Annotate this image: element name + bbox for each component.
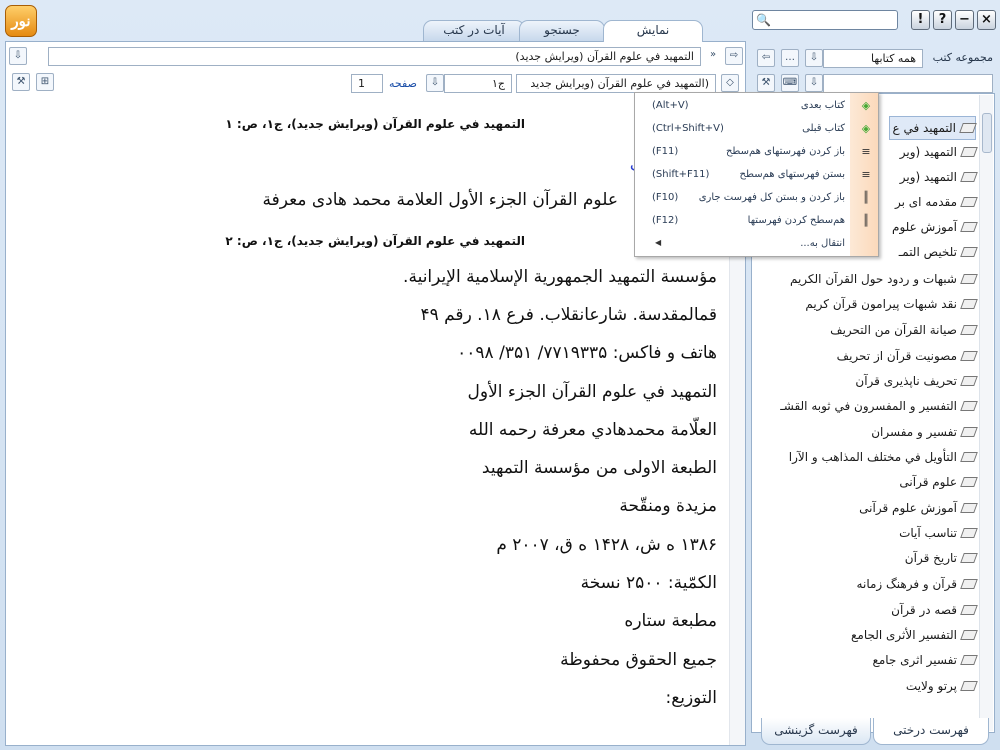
content-line: جميع الحقوق محفوظة (560, 650, 717, 670)
book-item[interactable]: التفسير و المفسرون في ثوبه القشـ (780, 395, 978, 419)
tools-icon[interactable]: ⚒ (12, 73, 30, 91)
menu-item-move-to[interactable]: ◀ انتقال به... (635, 233, 880, 256)
expand-icon: ≡ (861, 145, 871, 158)
book-list-scrollbar[interactable] (979, 95, 993, 731)
book-item[interactable]: التمهيد (وير (900, 166, 978, 190)
dropdown-down-icon[interactable]: ⇩ (805, 49, 823, 67)
book-item[interactable]: آموزش علوم قرآنى (859, 497, 978, 521)
content-line: ۱۳۸۶ ه ش، ۱۴۲۸ ه ق، ۲۰۰۷ م (496, 535, 717, 555)
double-chevron-icon[interactable]: » (704, 47, 722, 65)
content-line: الطبعة الاولى من مؤسسة التمهيد (481, 458, 717, 478)
book-item[interactable]: التمهيد في ع (889, 116, 977, 140)
content-line: قم‏المقدسة. شارع‏انقلاب. فرع ۱۸. رقم ۴۹ (420, 305, 717, 325)
app-logo: نور (5, 5, 37, 37)
previous-book-icon: ◈ (861, 122, 871, 135)
book-item[interactable]: التفسير الأثرى الجامع (851, 624, 978, 648)
collapse-icon: ≡ (861, 168, 871, 181)
content-line: العلّامة محمدهادي معرفة رحمه الله (468, 420, 717, 440)
tab-display[interactable]: نمایش (603, 20, 703, 42)
page-header: التمهيد في علوم القرآن (ويرايش جديد)، ج‏… (225, 234, 525, 248)
tab-search[interactable]: جستجو (519, 20, 605, 41)
keyboard-icon[interactable]: ⌨ (781, 74, 799, 92)
collection-label: مجموعه کتب (932, 51, 993, 64)
book-item[interactable]: پرتو ولايت (906, 675, 978, 699)
submenu-arrow-icon: ◀ (655, 238, 662, 247)
book-item[interactable]: تحريف ناپذيرى قرآن (855, 370, 978, 394)
book-item[interactable]: شبهات و ردود حول القرآن الكريم (790, 268, 978, 292)
content-line: علوم القرآن الجزء الأول العلامة محمد هاد… (262, 190, 618, 210)
info-button[interactable]: ! (911, 10, 930, 30)
minimize-button[interactable]: − (955, 10, 974, 30)
filter-down-icon[interactable]: ⇩ (805, 74, 823, 92)
book-item[interactable]: تلخيص التمـ (899, 241, 978, 265)
global-search-input[interactable]: 🔍 (752, 10, 898, 30)
search-icon: 🔍 (756, 13, 771, 27)
book-item[interactable]: قصه در قرآن (891, 599, 978, 623)
tab-verses-in-books[interactable]: آیات در کتب (423, 20, 525, 41)
view-icon[interactable]: ⊞ (36, 73, 54, 91)
arrow-right-icon[interactable]: ⇨ (725, 47, 743, 65)
book-item[interactable]: تفسير و مفسران (871, 421, 978, 445)
toggle-icon: ║ (862, 191, 870, 204)
more-icon[interactable]: … (781, 49, 799, 67)
page-label: صفحه (389, 77, 417, 90)
book-content: التمهيد في علوم القرآن (ويرايش جديد)، ج‏… (6, 99, 730, 745)
help-button[interactable]: ? (933, 10, 952, 30)
book-item[interactable]: علوم قرآنى (899, 471, 978, 495)
menu-item-level-indexes[interactable]: (F12) هم‌سطح کردن فهرستها ║ (635, 210, 880, 233)
content-line: مزيدة ومنقّحة (619, 496, 717, 516)
menu-item-collapse-siblings[interactable]: (Shift+F11) بستن فهرستهای هم‌سطح ≡ (635, 164, 880, 187)
close-button[interactable]: × (977, 10, 996, 30)
tab-tree-index[interactable]: فهرست درختی (873, 718, 989, 745)
content-line: التوزيع: (665, 688, 717, 708)
book-item[interactable]: تفسير اثرى جامع (872, 649, 978, 673)
page-number-input[interactable]: 1 (351, 74, 383, 93)
book-title-field[interactable]: التمهيد في علوم القرآن (ويرايش جديد) (48, 47, 701, 66)
book-item[interactable]: تاريخ قرآن (905, 547, 978, 571)
content-line: مؤسسة التمهيد الجمهورية الإسلامية الإيرا… (403, 267, 717, 287)
tools-icon[interactable]: ⚒ (757, 74, 775, 92)
book-item[interactable]: قرآن و فرهنگ زمانه (857, 573, 978, 597)
next-book-icon: ◈ (861, 99, 871, 112)
book-item[interactable]: مقدمه ای بر (895, 191, 978, 215)
window-controls: ! ? − × (911, 10, 996, 30)
menu-item-toggle-current[interactable]: (F10) باز کردن و بستن کل فهرست جاری ║ (635, 187, 880, 210)
volume-select[interactable]: ج۱ (444, 74, 512, 93)
book-item[interactable]: التمهيد (وير (900, 141, 978, 165)
menu-item-previous-book[interactable]: (Ctrl+Shift+V) کتاب قبلی ◈ (635, 118, 880, 141)
book-item[interactable]: التأويل في مختلف المذاهب و الآرا (789, 446, 978, 470)
content-line: مطبعة ستاره (624, 611, 717, 631)
tag-icon[interactable]: ◇ (721, 74, 739, 92)
book-volume-select[interactable]: (التمهيد في علوم القرآن (ويرايش جديد (516, 74, 716, 93)
context-menu: (Alt+V) کتاب بعدی ◈ (Ctrl+Shift+V) کتاب … (634, 92, 879, 257)
content-line: التمهيد في علوم القرآن الجزء الأول (467, 382, 717, 402)
book-item[interactable]: صيانة القرآن من التحريف (830, 319, 978, 343)
back-arrow-icon[interactable]: ⇦ (757, 49, 775, 67)
content-line: هاتف و فاكس: ۷۷۱۹۳۳۵/ ۳۵۱/ ۰۰۹۸ (457, 343, 717, 363)
tab-selective-index[interactable]: فهرست گزینشی (761, 718, 871, 745)
book-filter-input[interactable] (823, 74, 993, 93)
book-item[interactable]: نقد شبهات پيرامون قرآن كريم (805, 293, 978, 317)
book-item[interactable]: مصونيت قرآن از تحريف (837, 345, 978, 369)
collection-select[interactable]: همه کتابها (823, 49, 923, 68)
book-item[interactable]: آموزش علوم (892, 216, 978, 240)
down-arrow-icon[interactable]: ⇩ (9, 47, 27, 65)
page-header: التمهيد في علوم القرآن (ويرايش جديد)، ج‏… (225, 117, 525, 131)
content-line: الكمّية: ۲۵۰۰ نسخة (580, 573, 717, 593)
menu-item-expand-siblings[interactable]: (F11) باز کردن فهرستهای هم‌سطح ≡ (635, 141, 880, 164)
title-bar: نور آیات در کتب جستجو نمایش 🔍 ! ? − × (0, 0, 1000, 42)
book-item[interactable]: تناسب آيات (899, 522, 978, 546)
menu-item-next-book[interactable]: (Alt+V) کتاب بعدی ◈ (635, 95, 880, 118)
level-icon: ║ (862, 214, 870, 227)
volume-down-icon[interactable]: ⇩ (426, 74, 444, 92)
